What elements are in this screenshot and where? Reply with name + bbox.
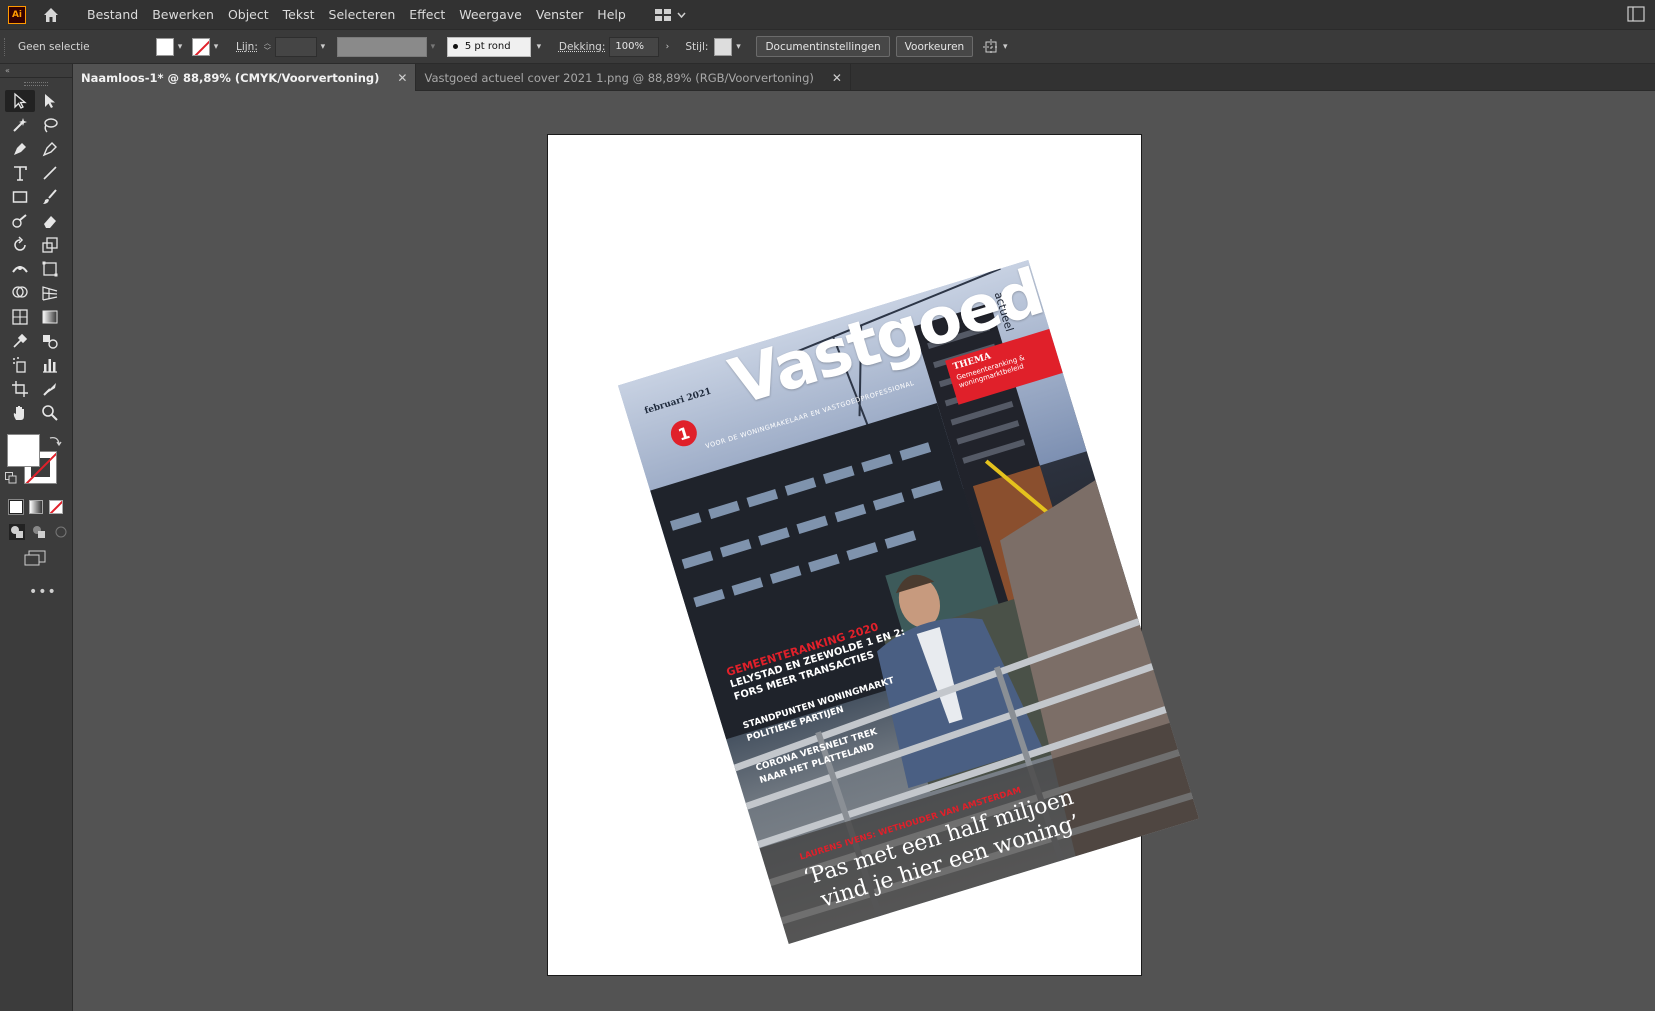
collapse-panel-icon[interactable]: « — [0, 64, 72, 78]
opacity-label[interactable]: Dekking: — [559, 41, 605, 53]
home-icon[interactable] — [42, 6, 60, 24]
style-dropdown-icon[interactable]: ▾ — [732, 38, 744, 56]
layout-grid-icon — [654, 8, 671, 21]
menu-selecteren[interactable]: Selecteren — [322, 0, 403, 29]
paintbrush-tool-icon[interactable] — [35, 186, 65, 208]
fill-color-box[interactable] — [7, 434, 40, 467]
tab-vastgoed-cover[interactable]: Vastgoed actueel cover 2021 1.png @ 88,8… — [416, 64, 851, 91]
brush-definition[interactable]: 5 pt rond — [446, 36, 531, 57]
stroke-label[interactable]: Lijn: — [236, 41, 258, 53]
preferences-button[interactable]: Voorkeuren — [895, 36, 974, 57]
menu-tekst[interactable]: Tekst — [276, 0, 322, 29]
document-settings-button[interactable]: Documentinstellingen — [756, 36, 890, 57]
draw-behind-icon[interactable] — [31, 524, 47, 540]
control-bar: Geen selectie ▾ ▾ Lijn: ︿ ﹀ ▾ ▾ 5 pt rond… — [0, 29, 1655, 64]
symbol-sprayer-tool-icon[interactable] — [5, 354, 35, 376]
control-bar-grip[interactable] — [4, 37, 8, 56]
stroke-weight-field[interactable] — [274, 36, 317, 57]
blend-tool-icon[interactable] — [35, 330, 65, 352]
menu-help[interactable]: Help — [590, 0, 633, 29]
screen-mode-icon[interactable] — [24, 550, 46, 566]
profile-dropdown-icon[interactable]: ▾ — [427, 38, 439, 56]
stroke-stepper[interactable]: ︿ ﹀ — [264, 39, 271, 55]
mesh-tool-icon[interactable] — [5, 306, 35, 328]
line-segment-tool-icon[interactable] — [35, 162, 65, 184]
swap-fill-stroke-icon[interactable] — [48, 434, 62, 448]
close-icon[interactable]: ✕ — [397, 71, 407, 85]
brush-definition-label: 5 pt rond — [464, 41, 511, 52]
menu-bewerken[interactable]: Bewerken — [145, 0, 221, 29]
fill-swatch[interactable] — [156, 37, 174, 56]
stroke-swatch[interactable] — [192, 37, 210, 56]
draw-normal-icon[interactable] — [9, 524, 25, 540]
canvas[interactable]: februari 2021 Vastgoed actueel 1 VOOR DE… — [73, 91, 1655, 1011]
color-mode-icon[interactable] — [8, 499, 24, 515]
menu-weergave[interactable]: Weergave — [452, 0, 529, 29]
shaper-tool-icon[interactable] — [5, 210, 35, 232]
selection-status: Geen selectie — [18, 40, 90, 53]
width-tool-icon[interactable] — [5, 258, 35, 280]
stroke-weight-dropdown-icon[interactable]: ▾ — [317, 38, 329, 56]
tools-grip[interactable] — [24, 82, 48, 86]
shape-builder-tool-icon[interactable] — [5, 282, 35, 304]
opacity-field[interactable]: 100% — [609, 36, 660, 57]
fill-stroke-control — [0, 432, 72, 494]
draw-inside-icon[interactable] — [53, 524, 69, 540]
rectangle-tool-icon[interactable] — [5, 186, 35, 208]
chevron-down-icon — [677, 12, 686, 18]
panel-toggle-icon[interactable] — [1627, 6, 1645, 22]
perspective-grid-tool-icon[interactable] — [35, 282, 65, 304]
stroke-dropdown-icon[interactable]: ▾ — [210, 38, 222, 56]
column-graph-tool-icon[interactable] — [35, 354, 65, 376]
free-transform-tool-icon[interactable] — [35, 258, 65, 280]
document-tabs: Naamloos-1* @ 88,89% (CMYK/Voorvertoning… — [73, 64, 1655, 91]
style-label: Stijl: — [685, 40, 709, 53]
arrange-dropdown-icon[interactable]: ▾ — [999, 38, 1011, 56]
rotate-tool-icon[interactable] — [5, 234, 35, 256]
menu-bar: Ai Bestand Bewerken Object Tekst Selecte… — [0, 0, 1655, 29]
brush-dropdown-icon[interactable]: ▾ — [533, 38, 545, 56]
fill-dropdown-icon[interactable]: ▾ — [174, 38, 186, 56]
draw-mode-row — [0, 524, 72, 540]
slice-tool-icon[interactable] — [35, 378, 65, 400]
app-logo: Ai — [8, 5, 26, 24]
tools-panel: « ••• — [0, 64, 73, 1011]
tab-label: Naamloos-1* @ 88,89% (CMYK/Voorvertoning… — [81, 70, 380, 85]
artboard-tool-icon[interactable] — [5, 378, 35, 400]
gradient-tool-icon[interactable] — [35, 306, 65, 328]
color-mode-row — [0, 499, 72, 515]
variable-width-profile[interactable] — [336, 36, 427, 57]
zoom-tool-icon[interactable] — [35, 402, 65, 424]
brush-dot-icon — [452, 44, 458, 49]
type-tool-icon[interactable] — [5, 162, 35, 184]
chevron-right-icon[interactable]: › — [661, 38, 673, 56]
pen-tool-icon[interactable] — [5, 138, 35, 160]
default-fill-stroke-icon[interactable] — [5, 472, 17, 484]
menu-bestand[interactable]: Bestand — [80, 0, 145, 29]
tab-label: Vastgoed actueel cover 2021 1.png @ 88,8… — [424, 70, 814, 85]
direct-selection-tool-icon[interactable] — [35, 90, 65, 112]
lasso-tool-icon[interactable] — [35, 114, 65, 136]
arrange-icon[interactable] — [983, 38, 1000, 55]
curvature-tool-icon[interactable] — [35, 138, 65, 160]
more-tools-icon[interactable]: ••• — [29, 584, 72, 600]
tab-naamloos[interactable]: Naamloos-1* @ 88,89% (CMYK/Voorvertoning… — [73, 64, 417, 91]
menu-object[interactable]: Object — [221, 0, 276, 29]
workspace-switcher[interactable] — [654, 8, 686, 21]
menu-venster[interactable]: Venster — [529, 0, 590, 29]
hand-tool-icon[interactable] — [5, 402, 35, 424]
eyedropper-tool-icon[interactable] — [5, 330, 35, 352]
menu-effect[interactable]: Effect — [402, 0, 452, 29]
gradient-mode-icon[interactable] — [29, 500, 43, 514]
eraser-tool-icon[interactable] — [35, 210, 65, 232]
none-mode-icon[interactable] — [49, 500, 63, 514]
scale-tool-icon[interactable] — [35, 234, 65, 256]
magic-wand-tool-icon[interactable] — [5, 114, 35, 136]
style-swatch[interactable] — [714, 37, 733, 56]
close-icon[interactable]: ✕ — [832, 71, 842, 85]
selection-tool-icon[interactable] — [5, 90, 35, 112]
